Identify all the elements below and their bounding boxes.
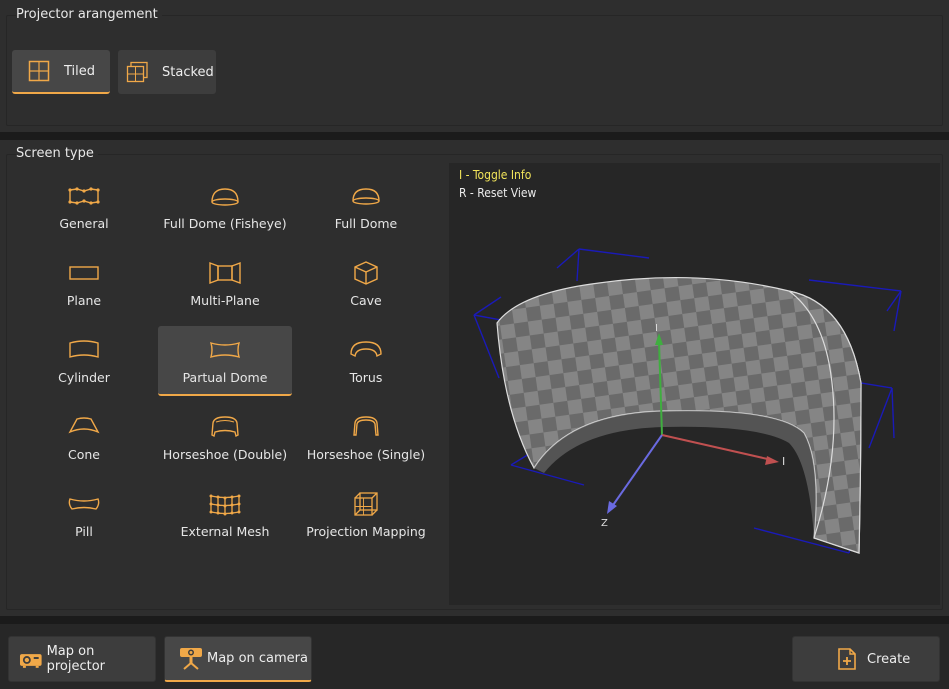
screen-type-horseshoe-single[interactable]: Horseshoe (Single): [299, 403, 433, 473]
stacked-label: Stacked: [162, 64, 214, 80]
fisheye-dome-icon: [211, 188, 239, 206]
pill-icon: [68, 498, 100, 510]
screen-type-label: Partual Dome: [182, 370, 268, 385]
map-on-projector-label: Map on projector: [46, 644, 106, 674]
projector-icon: [19, 654, 42, 668]
screen-type-full-dome[interactable]: Full Dome: [299, 172, 433, 242]
screen-type-external-mesh[interactable]: External Mesh: [158, 480, 292, 550]
stacked-button[interactable]: Stacked: [118, 50, 216, 94]
3d-preview-viewport[interactable]: I - Toggle Info R - Reset View I I Z: [449, 163, 940, 605]
screen-type-label: General: [59, 216, 109, 231]
screen-type-cave[interactable]: Cave: [299, 249, 433, 319]
map-on-projector-button[interactable]: Map on projector: [8, 636, 156, 682]
screen-type-pill[interactable]: Pill: [17, 480, 151, 550]
projector-arrangement-panel: Projector arangement Tiled Stacked: [0, 0, 949, 132]
screen-type-horseshoe-double[interactable]: Horseshoe (Double): [158, 403, 292, 473]
screen-type-label: Cave: [350, 293, 382, 308]
screen-type-label: Multi-Plane: [190, 293, 260, 308]
partial-dome-preview: I I Z: [473, 248, 902, 554]
general-icon: [68, 187, 100, 205]
screen-type-label: External Mesh: [180, 524, 270, 539]
screen-type-label: Torus: [349, 370, 383, 385]
new-file-icon: [838, 648, 856, 670]
screen-type-label: Full Dome (Fisheye): [163, 216, 287, 231]
x-axis-label: I: [782, 455, 785, 468]
screen-type-general[interactable]: General: [17, 172, 151, 242]
external-mesh-icon: [209, 494, 241, 516]
tiled-button[interactable]: Tiled: [12, 50, 110, 94]
screen-type-torus[interactable]: Torus: [299, 326, 433, 396]
horseshoe-double-icon: [211, 416, 239, 438]
screen-type-plane[interactable]: Plane: [17, 249, 151, 319]
create-button[interactable]: Create: [792, 636, 940, 682]
tiled-label: Tiled: [64, 63, 96, 79]
screen-type-label: Horseshoe (Single): [306, 447, 426, 462]
z-axis-label: Z: [601, 518, 608, 529]
screen-type-label: Pill: [75, 524, 93, 539]
screen-type-projection-mapping[interactable]: Projection Mapping: [299, 480, 433, 550]
screen-type-partial-dome[interactable]: Partual Dome: [158, 326, 292, 396]
create-label: Create: [867, 651, 911, 667]
cylinder-icon: [69, 340, 99, 358]
dome-icon: [352, 188, 380, 205]
camera-icon: [180, 647, 202, 670]
cone-icon: [68, 417, 100, 434]
map-on-camera-button[interactable]: Map on camera: [164, 636, 312, 682]
multi-plane-icon: [209, 261, 241, 285]
screen-type-cylinder[interactable]: Cylinder: [17, 326, 151, 396]
partial-dome-icon: [209, 341, 241, 359]
screen-type-label: Horseshoe (Double): [162, 447, 288, 462]
plane-icon: [69, 266, 99, 280]
screen-type-full-dome-fisheye[interactable]: Full Dome (Fisheye): [158, 172, 292, 242]
tiled-icon: [28, 60, 50, 82]
screen-type-cone[interactable]: Cone: [17, 403, 151, 473]
stacked-icon: [126, 61, 148, 83]
screen-type-label: Projection Mapping: [306, 524, 426, 539]
map-on-camera-label: Map on camera: [207, 651, 308, 666]
torus-icon: [350, 341, 382, 358]
screen-type-label: Cylinder: [58, 370, 110, 385]
screen-type-label: Plane: [66, 293, 102, 308]
screen-type-label: Full Dome: [334, 216, 398, 231]
cave-icon: [354, 261, 378, 285]
y-axis-label: I: [655, 323, 658, 334]
horseshoe-single-icon: [353, 416, 379, 436]
projector-arrangement-title: Projector arangement: [16, 7, 162, 22]
screen-type-title: Screen type: [16, 146, 98, 161]
screen-type-label: Cone: [68, 447, 100, 462]
projection-mapping-icon: [354, 492, 378, 516]
screen-type-multi-plane[interactable]: Multi-Plane: [158, 249, 292, 319]
